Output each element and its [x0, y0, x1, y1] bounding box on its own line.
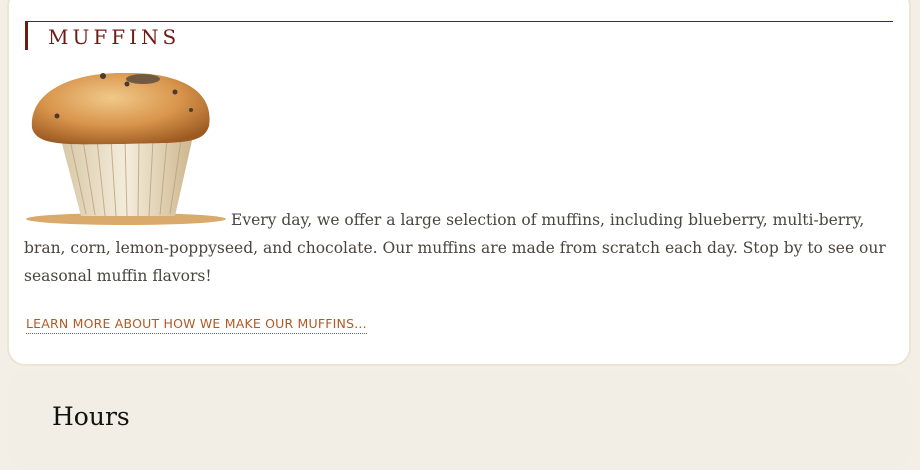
hours-title: Hours — [52, 402, 130, 431]
section-title: MUFFINS — [48, 25, 181, 49]
hours-panel — [7, 370, 911, 470]
muffin-image — [26, 72, 226, 225]
learn-more-link[interactable]: LEARN MORE ABOUT HOW WE MAKE OUR MUFFINS… — [26, 316, 367, 334]
section-description: Every day, we offer a large selection of… — [24, 211, 886, 285]
